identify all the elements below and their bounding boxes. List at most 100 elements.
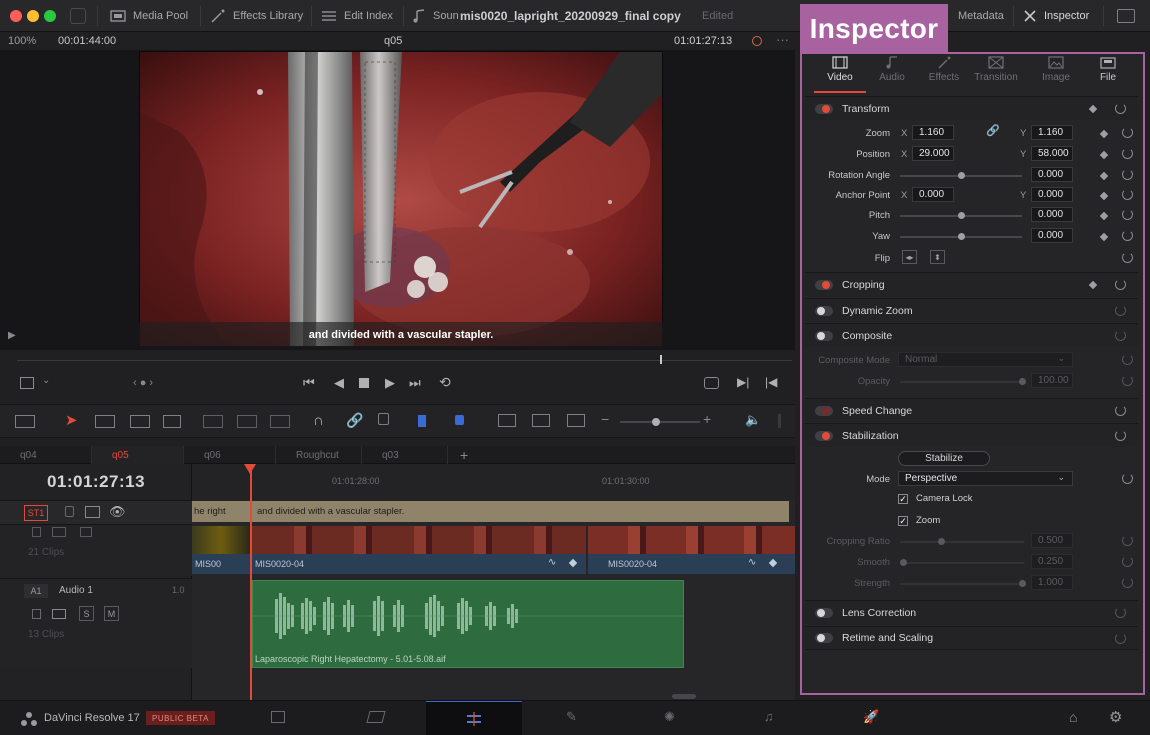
zoom-y-input[interactable]: 1.160 <box>1031 125 1073 140</box>
camera-lock-checkbox[interactable]: ✓ Camera Lock <box>898 493 973 504</box>
tab-timeline-q03[interactable]: q03 <box>362 446 448 464</box>
slider-knob[interactable] <box>958 212 965 219</box>
keyframe-icon[interactable] <box>568 558 578 568</box>
video-frame[interactable] <box>139 51 663 347</box>
keyframe-icon[interactable] <box>1099 232 1109 242</box>
retime-scaling-section-header[interactable]: Retime and Scaling <box>805 626 1138 650</box>
keyframe-icon[interactable] <box>1099 191 1109 201</box>
minimize-window-icon[interactable] <box>27 10 39 22</box>
edit-index-button[interactable]: Edit Index <box>321 0 393 32</box>
reset-icon[interactable] <box>1115 405 1126 416</box>
tab-timeline-q05[interactable]: q05 <box>92 446 184 464</box>
stabilization-section-header[interactable]: Stabilization <box>805 423 1138 447</box>
replace-clip-icon[interactable] <box>270 415 290 428</box>
speed-change-enable-toggle[interactable] <box>815 405 833 416</box>
timeline-name-dropdown[interactable]: q05 <box>384 35 402 47</box>
tab-timeline-q06[interactable]: q06 <box>184 446 276 464</box>
media-pool-button[interactable]: Media Pool <box>110 0 188 32</box>
cut-page-icon[interactable] <box>366 711 386 723</box>
insert-clip-icon[interactable] <box>203 415 223 428</box>
fullscreen-icon[interactable] <box>1117 9 1135 23</box>
stop-icon[interactable] <box>359 378 369 388</box>
dynamic-trim-icon[interactable] <box>130 415 150 428</box>
auto-select-icon[interactable] <box>52 527 66 537</box>
keyframe-icon[interactable] <box>1088 104 1098 114</box>
mute-button[interactable]: M <box>104 606 119 621</box>
zoom-checkbox[interactable]: ✓ Zoom <box>898 515 940 526</box>
checkbox-checked-icon[interactable]: ✓ <box>898 493 908 504</box>
scrubber-playhead[interactable] <box>660 355 662 364</box>
fairlight-page-icon[interactable]: ♫ <box>764 709 774 724</box>
timeline-view-options-icon[interactable] <box>15 415 35 428</box>
cropping-section-header[interactable]: Cropping <box>805 272 1138 296</box>
reset-icon[interactable] <box>1122 354 1133 365</box>
add-timeline-tab-icon[interactable]: + <box>460 447 468 463</box>
slider-knob[interactable] <box>1019 580 1026 587</box>
reset-icon[interactable] <box>1115 103 1126 114</box>
next-edit-icon[interactable]: ▶| <box>737 375 749 389</box>
position-y-input[interactable]: 58.000 <box>1031 146 1073 161</box>
flag-icon[interactable] <box>418 415 426 427</box>
reset-icon[interactable] <box>1122 577 1133 588</box>
subtitle-track-id[interactable]: ST1 <box>24 505 48 521</box>
timeline-scrollbar[interactable] <box>672 694 696 699</box>
retime-scaling-enable-toggle[interactable] <box>815 633 833 643</box>
composite-enable-toggle[interactable] <box>815 330 833 341</box>
keyframe-icon[interactable] <box>1088 280 1098 290</box>
tab-transition[interactable]: Transition <box>970 56 1022 92</box>
overwrite-clip-icon[interactable] <box>237 415 257 428</box>
chevron-down-icon[interactable]: ⌄ <box>42 375 50 386</box>
zoom-detail-icon[interactable] <box>532 414 550 427</box>
reset-icon[interactable] <box>1122 252 1133 263</box>
opacity-input[interactable]: 100.00 <box>1031 373 1073 388</box>
tab-effects[interactable]: Effects <box>918 56 970 92</box>
viewer-mode-icon[interactable] <box>20 377 34 389</box>
color-page-icon[interactable]: ✺ <box>664 709 675 725</box>
pitch-input[interactable]: 0.000 <box>1031 207 1073 222</box>
dynamic-zoom-enable-toggle[interactable] <box>815 305 833 316</box>
checkbox-checked-icon[interactable]: ✓ <box>898 515 908 526</box>
composite-section-header[interactable]: Composite <box>805 323 1138 347</box>
keyframe-icon[interactable] <box>1099 171 1109 181</box>
timeline-area[interactable]: 01:01:28:00 01:01:30:00 he right and div… <box>192 464 795 700</box>
close-window-icon[interactable] <box>10 10 22 22</box>
marker-icon[interactable] <box>455 415 464 425</box>
panel-toggle-icon[interactable] <box>70 8 86 24</box>
viewer-scrubber[interactable] <box>17 360 792 361</box>
lock-track-icon[interactable] <box>65 506 74 517</box>
jog-control-icon[interactable]: ‹ ● › <box>133 377 153 389</box>
reset-icon[interactable] <box>1115 305 1126 316</box>
opacity-slider[interactable] <box>900 378 1026 385</box>
slider-knob[interactable] <box>900 559 907 566</box>
reset-icon[interactable] <box>1122 556 1133 567</box>
sound-library-button[interactable]: Soun <box>412 0 459 32</box>
go-to-end-icon[interactable]: ⏭ <box>409 375 421 391</box>
more-options-icon[interactable]: ··· <box>776 32 789 47</box>
reset-icon[interactable] <box>1122 375 1133 386</box>
tab-timeline-q04[interactable]: q04 <box>0 446 92 464</box>
transform-enable-toggle[interactable] <box>815 103 833 114</box>
timeline-ruler[interactable]: 01:01:28:00 01:01:30:00 <box>192 464 795 500</box>
video-clip[interactable]: MIS0020-04 ∿ <box>252 526 586 574</box>
reset-icon[interactable] <box>1122 189 1133 200</box>
zoom-out-icon[interactable]: − <box>601 411 609 427</box>
slider-knob[interactable] <box>958 172 965 179</box>
viewer-play-indicator-icon[interactable]: ▶ <box>8 330 16 341</box>
stabilization-enable-toggle[interactable] <box>815 430 833 441</box>
previous-edit-icon[interactable]: |◀ <box>765 375 777 389</box>
zoom-x-input[interactable]: 1.160 <box>912 125 954 140</box>
match-frame-icon[interactable] <box>704 377 719 389</box>
metadata-button[interactable]: Metadata <box>958 0 1004 32</box>
video-clip[interactable]: MIS00 <box>192 526 250 574</box>
lock-track-icon[interactable] <box>32 527 41 537</box>
smooth-input[interactable]: 0.250 <box>1031 554 1073 569</box>
selection-tool-icon[interactable]: ➤ <box>65 411 78 429</box>
audio-clip[interactable]: Laparoscopic Right Hepatectomy - 5.01-5.… <box>252 580 684 668</box>
subtitle-clip[interactable]: he right <box>192 501 250 522</box>
cropping-enable-toggle[interactable] <box>815 279 833 290</box>
gear-icon[interactable]: ⚙ <box>1109 708 1122 726</box>
tab-file[interactable]: File <box>1082 56 1134 92</box>
trim-tool-icon[interactable] <box>95 415 115 428</box>
link-icon[interactable]: 🔗 <box>986 124 1000 137</box>
maximize-window-icon[interactable] <box>44 10 56 22</box>
